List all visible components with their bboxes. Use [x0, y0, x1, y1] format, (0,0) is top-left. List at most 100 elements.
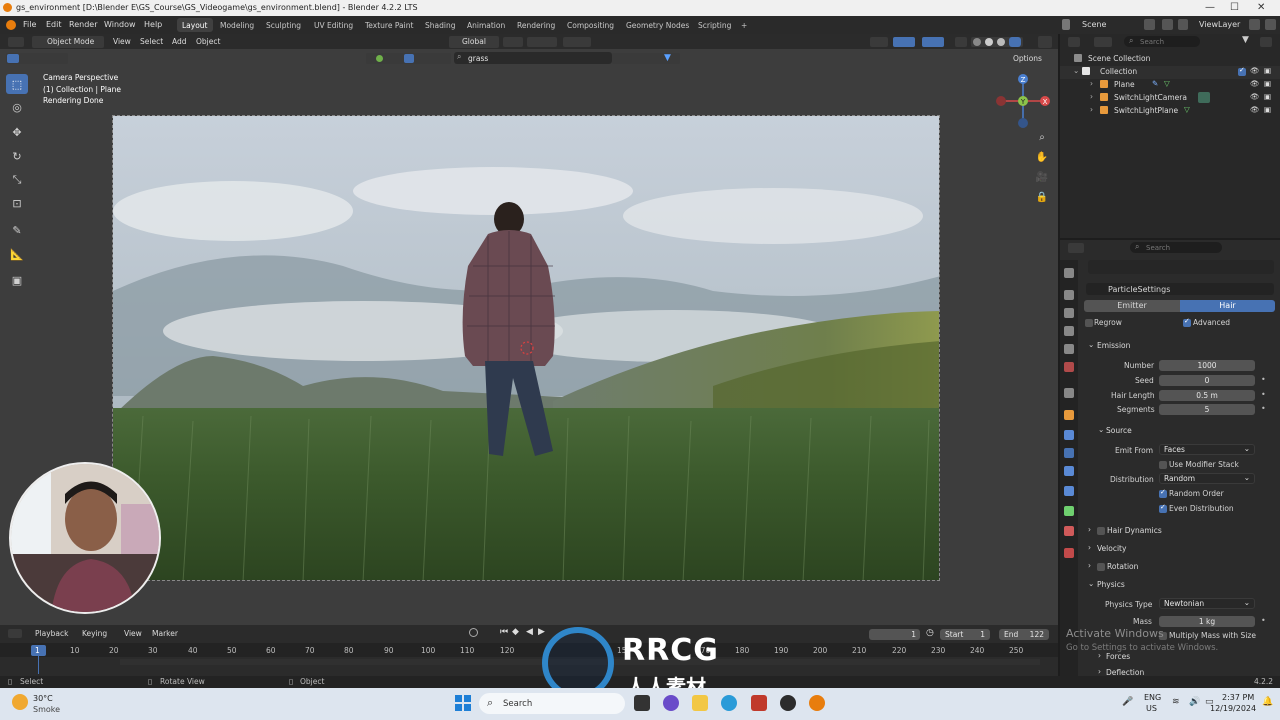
play-reverse-icon[interactable]: ◀ — [526, 627, 533, 637]
funnel-icon[interactable]: ▼ — [664, 53, 671, 63]
menu-add[interactable]: Add — [169, 36, 190, 48]
menu-file[interactable]: File — [23, 20, 36, 29]
viewport-filter-icons[interactable] — [366, 53, 451, 64]
add-workspace-button[interactable]: + — [736, 18, 752, 32]
camera-icon[interactable]: ▣ — [1264, 92, 1271, 101]
delete-view-layer-icon[interactable] — [1265, 19, 1276, 30]
collection-tab-icon[interactable] — [1064, 388, 1074, 398]
current-frame-field[interactable]: 1 — [869, 629, 920, 640]
snap-icon[interactable] — [527, 37, 557, 47]
constraints-tab-icon[interactable] — [1064, 486, 1074, 496]
cursor-tool-icon[interactable]: ◎ — [6, 97, 28, 117]
menu-window[interactable]: Window — [104, 20, 136, 29]
scene-selector[interactable]: Scene — [1082, 20, 1106, 29]
annotate-tool-icon[interactable]: ✎ — [6, 220, 28, 240]
microphone-icon[interactable]: 🎤 — [1122, 697, 1133, 707]
tab-animation[interactable]: Animation — [462, 18, 510, 32]
modifier-tab-icon[interactable] — [1064, 430, 1074, 440]
blender-taskbar-icon[interactable] — [809, 695, 825, 711]
tab-emitter[interactable]: Emitter — [1084, 300, 1180, 312]
emission-section-header[interactable]: ⌄ Emission — [1086, 339, 1276, 353]
filter-icon[interactable] — [376, 55, 383, 62]
menu-view[interactable]: View — [110, 36, 134, 48]
camera-view-icon[interactable]: 🎥 — [1034, 169, 1050, 185]
navigation-gizmo[interactable]: Z Y X — [995, 72, 1051, 130]
world-tab-icon[interactable] — [1064, 362, 1074, 372]
pivot-icon[interactable] — [503, 37, 523, 47]
rotate-tool-icon[interactable]: ↻ — [6, 146, 28, 166]
collapse-arrow-icon[interactable]: ⌄ — [1073, 66, 1079, 75]
outliner-row-scene-collection[interactable]: Scene Collection — [1060, 53, 1280, 66]
outliner-editor-icon[interactable] — [1068, 37, 1080, 47]
velocity-section-header[interactable]: › Velocity — [1086, 542, 1276, 556]
transform-orientation[interactable]: Global — [449, 36, 499, 48]
camera-icon[interactable]: ▣ — [1264, 66, 1271, 75]
delete-scene-icon[interactable] — [1162, 19, 1173, 30]
shading-modes[interactable] — [971, 37, 1023, 47]
overlays-toggle-icon[interactable] — [922, 37, 944, 47]
tool-tab-icon[interactable] — [1064, 268, 1074, 278]
menu-playback[interactable]: Playback — [32, 628, 71, 640]
xray-icon[interactable] — [955, 37, 967, 47]
keyframe-dot-icon[interactable]: • — [1261, 404, 1266, 413]
emit-from-select[interactable]: Faces ⌄ — [1159, 444, 1255, 455]
menu-keying[interactable]: Keying — [79, 628, 110, 640]
filter-icon[interactable]: ▼ — [1242, 35, 1249, 45]
distribution-select[interactable]: Random ⌄ — [1159, 473, 1255, 484]
weather-icon[interactable] — [12, 694, 28, 710]
expand-arrow-icon[interactable]: › — [1090, 105, 1093, 114]
clock-icon[interactable]: ◷ — [926, 628, 934, 638]
seed-field[interactable]: 0 — [1159, 375, 1255, 386]
scene-tab-icon[interactable] — [1064, 344, 1074, 354]
outliner-row-switchlightcamera[interactable]: › SwitchLightCamera 👁 ▣ — [1060, 92, 1280, 105]
regrow-checkbox[interactable] — [1085, 319, 1093, 327]
start-frame-field[interactable]: Start 1 — [940, 629, 990, 640]
particles-tab-icon[interactable] — [1064, 448, 1074, 458]
hair-dynamics-checkbox[interactable] — [1097, 527, 1105, 535]
taskbar-search-box[interactable]: ⌕ Search — [479, 693, 625, 714]
outliner-row-switchlightplane[interactable]: › SwitchLightPlane ▽ 👁 ▣ — [1060, 105, 1280, 118]
menu-help[interactable]: Help — [144, 20, 162, 29]
expand-arrow-icon[interactable]: › — [1090, 79, 1093, 88]
record-icon[interactable] — [469, 628, 478, 637]
rotation-checkbox[interactable] — [1097, 563, 1105, 571]
select-box-icon[interactable] — [7, 54, 19, 63]
add-cube-tool-icon[interactable]: ▣ — [6, 270, 28, 290]
camera-icon[interactable]: ▣ — [1264, 105, 1271, 114]
eye-icon[interactable]: 👁 — [1250, 66, 1260, 75]
volume-icon[interactable]: 🔊 — [1189, 697, 1200, 707]
properties-editor-icon[interactable] — [1068, 243, 1084, 253]
wireframe-shading-icon[interactable] — [973, 38, 981, 46]
minimize-button[interactable]: — — [1205, 2, 1215, 13]
camera-icon[interactable]: ▣ — [1264, 79, 1271, 88]
hair-length-field[interactable]: 0.5 m — [1159, 390, 1255, 401]
menu-marker[interactable]: Marker — [149, 628, 181, 640]
use-modifier-stack-checkbox[interactable] — [1159, 461, 1167, 469]
expand-arrow-icon[interactable]: › — [1090, 92, 1093, 101]
new-collection-icon[interactable] — [1260, 37, 1272, 47]
maximize-button[interactable]: ☐ — [1230, 2, 1239, 13]
material-tab-icon[interactable] — [1064, 526, 1074, 536]
zoom-icon[interactable]: ⌕ — [1034, 129, 1050, 145]
output-tab-icon[interactable] — [1064, 308, 1074, 318]
notifications-icon[interactable]: 🔔 — [1262, 697, 1273, 707]
eye-icon[interactable]: 👁 — [1250, 79, 1260, 88]
netflix-icon[interactable] — [751, 695, 767, 711]
properties-search-input[interactable]: ⌕ Search — [1130, 242, 1222, 253]
mode-selector[interactable]: Object Mode — [32, 36, 104, 48]
tab-geometry-nodes[interactable]: Geometry Nodes — [621, 18, 694, 32]
physics-section-header[interactable]: ⌄ Physics — [1086, 578, 1276, 592]
wifi-icon[interactable]: ≋ — [1172, 697, 1180, 707]
tab-layout[interactable]: Layout — [177, 18, 213, 32]
menu-render[interactable]: Render — [69, 20, 97, 29]
menu-timeline-view[interactable]: View — [121, 628, 145, 640]
eye-icon[interactable]: 👁 — [1250, 92, 1260, 101]
menu-object[interactable]: Object — [193, 36, 223, 48]
move-tool-icon[interactable]: ✥ — [6, 122, 28, 142]
editor-type-icon[interactable] — [8, 37, 24, 47]
physics-type-select[interactable]: Newtonian ⌄ — [1159, 598, 1255, 609]
particle-settings-selector[interactable]: ParticleSettings — [1086, 283, 1274, 295]
eye-icon[interactable]: 👁 — [1250, 105, 1260, 114]
tab-rendering[interactable]: Rendering — [512, 18, 560, 32]
tab-texture-paint[interactable]: Texture Paint — [360, 18, 418, 32]
